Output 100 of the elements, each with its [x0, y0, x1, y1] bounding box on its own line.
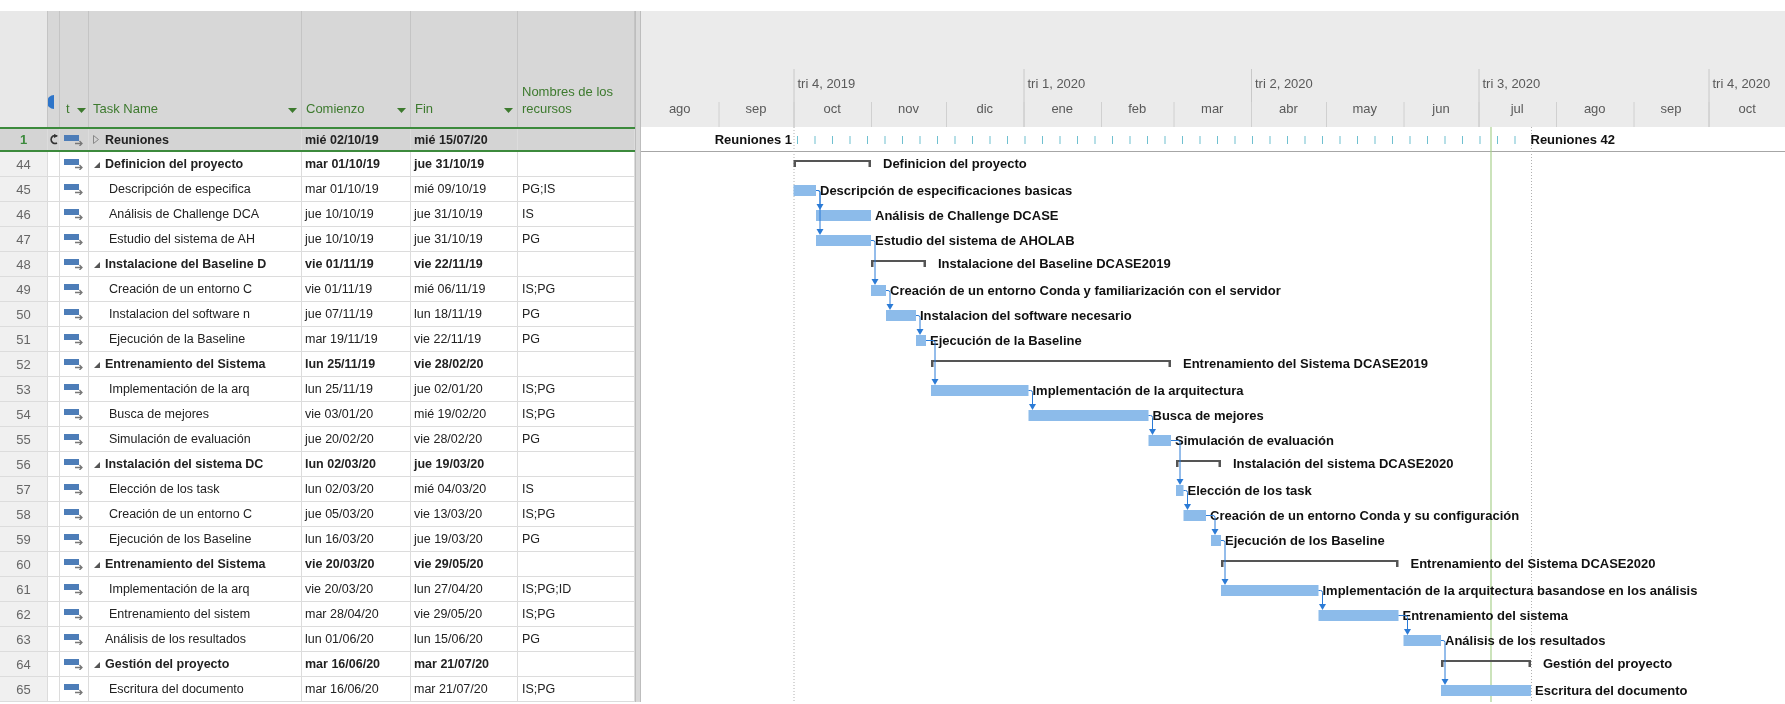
row-number-cell: 58 [0, 502, 48, 526]
collapse-icon[interactable] [93, 660, 100, 668]
task-name-cell: Gestión del proyecto [105, 657, 230, 671]
task-row[interactable]: 56 Instalación del sistema DC lun 02/03/20 jue 19/03/20 [0, 452, 635, 477]
task-row[interactable]: 45 Descripción de especifica mar 01/10/19 mié 09/10/19 PG;IS [0, 177, 635, 202]
task-row[interactable]: 46 Análisis de Challenge DCA jue 10/10/19 jue 31/10/19 IS [0, 202, 635, 227]
task-bar[interactable] [793, 185, 816, 196]
resource-cell: PG [522, 632, 541, 646]
collapse-icon[interactable] [93, 360, 100, 368]
task-name-cell: Entrenamiento del sistem [109, 607, 251, 621]
collapse-icon[interactable] [93, 560, 100, 568]
task-row[interactable]: 44 Definicion del proyecto mar 01/10/19 jue 31/10/19 [0, 152, 635, 177]
summary-bar[interactable] [793, 160, 871, 167]
bar-label: Ejecución de la Baseline [930, 332, 1082, 348]
task-row[interactable]: 47 Estudio del sistema de AH jue 10/10/19 jue 31/10/19 PG [0, 227, 635, 252]
task-bar[interactable] [1148, 435, 1171, 446]
task-bar[interactable] [1403, 635, 1441, 646]
summary-bar[interactable] [1176, 460, 1221, 467]
finish-date-cell: mié 19/02/20 [414, 407, 487, 421]
month-label: jul [1510, 101, 1524, 116]
task-row[interactable]: 50 Instalacion del software n jue 07/11/19 lun 18/11/19 PG [0, 302, 635, 327]
resource-cell: IS [522, 207, 534, 221]
finish-date-cell: lun 15/06/20 [414, 632, 483, 646]
start-date-cell: mar 19/11/19 [305, 332, 378, 346]
bar-label: Implementación de la arquitectura basandose en los análisis [1322, 582, 1698, 598]
task-row[interactable]: 55 Simulación de evaluación jue 20/02/20 vie 28/02/20 PG [0, 427, 635, 452]
finish-date-cell: jue 19/03/20 [414, 457, 485, 471]
start-date-cell: vie 20/03/20 [305, 557, 375, 571]
bar-label: Implementación de la arquitectura [1032, 382, 1244, 398]
task-mode-icon [64, 408, 84, 420]
summary-bar[interactable] [1221, 560, 1399, 567]
start-date-cell: lun 16/03/20 [305, 532, 374, 546]
task-mode-icon [64, 158, 84, 170]
summary-bar[interactable] [871, 260, 926, 267]
task-bar[interactable] [1318, 610, 1399, 621]
task-row[interactable]: 53 Implementación de la arq lun 25/11/19 jue 02/01/20 IS;PG [0, 377, 635, 402]
task-name-cell: Busca de mejores [109, 407, 210, 421]
task-row[interactable]: 54 Busca de mejores vie 03/01/20 mié 19/02/20 IS;PG [0, 402, 635, 427]
task-mode-icon [64, 383, 84, 395]
collapse-icon[interactable] [93, 160, 100, 168]
bar-label: Entrenamiento del Sistema DCASE2020 [1410, 555, 1656, 571]
task-name-cell: Ejecución de los Baseline [109, 532, 252, 546]
row-number-cell: 52 [0, 352, 48, 376]
resource-cell: IS;PG;ID [522, 582, 572, 596]
task-bar[interactable] [1183, 510, 1206, 521]
month-label: jun [1432, 101, 1450, 116]
finish-date-cell: mié 06/11/19 [414, 282, 486, 296]
month-label: ago [1583, 101, 1606, 116]
task-row[interactable]: 1 Reuniones mié 02/10/19 mié 15/07/20 [0, 127, 635, 152]
task-name-cell: Creación de un entorno C [109, 507, 253, 521]
finish-date-cell: lun 18/11/19 [414, 307, 482, 321]
month-label: may [1352, 101, 1378, 116]
task-row[interactable]: 57 Elección de los task lun 02/03/20 mié 04/03/20 IS [0, 477, 635, 502]
row-number-cell: 60 [0, 552, 48, 576]
start-date-cell: vie 01/11/19 [305, 257, 374, 271]
dropdown-icon[interactable] [288, 108, 297, 113]
resource-cell: IS [522, 482, 534, 496]
row-number-cell: 61 [0, 577, 48, 601]
row-number-cell: 50 [0, 302, 48, 326]
bar-label: Análisis de los resultados [1445, 632, 1606, 648]
month-label: oct [823, 101, 841, 116]
task-row[interactable]: 58 Creación de un entorno C jue 05/03/20 vie 13/03/20 IS;PG [0, 502, 635, 527]
task-row[interactable]: 64 Gestión del proyecto mar 16/06/20 mar 21/07/20 [0, 652, 635, 677]
collapse-icon[interactable] [93, 460, 100, 468]
task-row[interactable]: 59 Ejecución de los Baseline lun 16/03/20 jue 19/03/20 PG [0, 527, 635, 552]
task-name-cell: Reuniones [105, 132, 169, 147]
task-row[interactable]: 60 Entrenamiento del Sistema vie 20/03/20 vie 29/05/20 [0, 552, 635, 577]
start-date-cell: lun 02/03/20 [305, 482, 374, 496]
task-row[interactable]: 63 Análisis de los resultados lun 01/06/20 lun 15/06/20 PG [0, 627, 635, 652]
row-number-cell: 64 [0, 652, 48, 676]
task-row[interactable]: 49 Creación de un entorno C vie 01/11/19 mié 06/11/19 IS;PG [0, 277, 635, 302]
expand-icon[interactable] [93, 135, 99, 144]
task-name-cell: Implementación de la arq [109, 382, 250, 396]
task-bar[interactable] [816, 210, 871, 221]
task-name-cell: Estudio del sistema de AH [109, 232, 255, 246]
resource-cell: PG [522, 232, 541, 246]
finish-date-cell: vie 13/03/20 [414, 507, 483, 521]
month-label: ago [668, 101, 691, 116]
dropdown-icon[interactable] [504, 108, 513, 113]
row-number-cell: 46 [0, 202, 48, 226]
start-date-cell: mar 16/06/20 [305, 657, 381, 671]
task-row[interactable]: 62 Entrenamiento del sistem mar 28/04/20 vie 29/05/20 IS;PG [0, 602, 635, 627]
summary-bar[interactable] [1441, 660, 1531, 667]
resource-cell: IS;PG [522, 682, 556, 696]
summary-bar[interactable] [931, 360, 1171, 367]
dropdown-icon[interactable] [397, 108, 406, 113]
task-row[interactable]: 65 Escritura del documento mar 16/06/20 mar 21/07/20 IS;PG [0, 677, 635, 702]
finish-date-cell: mar 21/07/20 [414, 657, 490, 671]
task-bar[interactable] [1176, 485, 1184, 496]
dropdown-icon[interactable] [77, 108, 86, 113]
finish-date-cell: vie 22/11/19 [414, 332, 482, 346]
select-all-corner[interactable] [0, 11, 48, 127]
quarter-label: tri 2, 2020 [1255, 76, 1313, 91]
collapse-icon[interactable] [93, 260, 100, 268]
task-row[interactable]: 51 Ejecución de la Baseline mar 19/11/19 vie 22/11/19 PG [0, 327, 635, 352]
bar-label: Gestión del proyecto [1543, 655, 1673, 671]
task-mode-icon [64, 358, 84, 370]
task-row[interactable]: 52 Entrenamiento del Sistema lun 25/11/19 vie 28/02/20 [0, 352, 635, 377]
task-row[interactable]: 61 Implementación de la arq vie 20/03/20 lun 27/04/20 IS;PG;ID [0, 577, 635, 602]
task-row[interactable]: 48 Instalacione del Baseline D vie 01/11/19 vie 22/11/19 [0, 252, 635, 277]
